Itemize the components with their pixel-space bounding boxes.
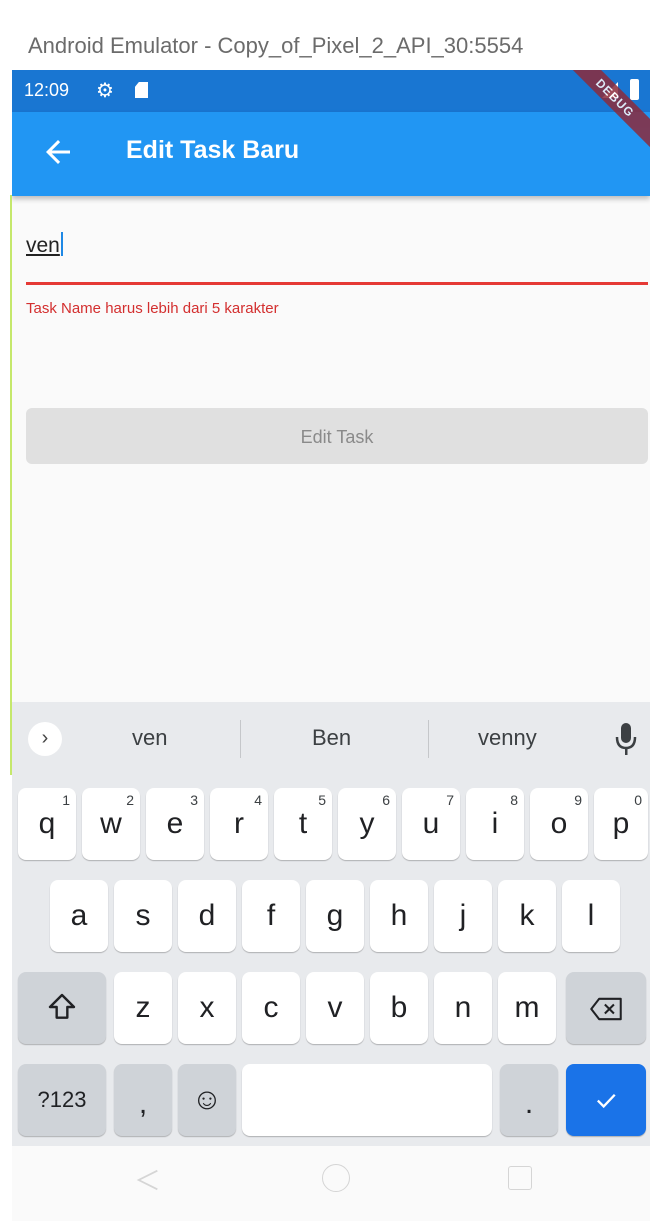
validation-error-message: Task Name harus lebih dari 5 karakter (26, 300, 279, 317)
key-s[interactable]: s (114, 880, 172, 952)
emulator-window-title: Android Emulator - Copy_of_Pixel_2_API_3… (0, 0, 654, 70)
task-name-value: ven (26, 234, 60, 257)
soft-keyboard: › ven Ben venny q1 w2 e3 r4 t5 y6 u7 i8 … (12, 702, 650, 1146)
key-v[interactable]: v (306, 972, 364, 1044)
key-y-hint: 6 (382, 792, 390, 808)
key-k[interactable]: k (498, 880, 556, 952)
key-h[interactable]: h (370, 880, 428, 952)
key-j[interactable]: j (434, 880, 492, 952)
key-t-label: t (298, 807, 308, 840)
key-x[interactable]: x (178, 972, 236, 1044)
home-nav-icon[interactable] (322, 1164, 350, 1192)
suggestion-3[interactable]: venny (478, 725, 537, 751)
checkmark-icon (597, 1093, 616, 1109)
key-e-hint: 3 (190, 792, 198, 808)
input-error-underline (26, 282, 648, 285)
key-w[interactable]: w2 (82, 788, 140, 860)
microphone-icon[interactable] (615, 722, 637, 756)
suggestion-1[interactable]: ven (132, 725, 167, 751)
app-bar: Edit Task Baru (12, 112, 650, 196)
key-m[interactable]: m (498, 972, 556, 1044)
comma-key[interactable]: , (114, 1064, 172, 1136)
key-a[interactable]: a (50, 880, 108, 952)
key-q-label: q (38, 807, 56, 840)
key-z[interactable]: z (114, 972, 172, 1044)
space-key[interactable] (242, 1064, 492, 1136)
battery-icon (630, 79, 639, 100)
key-r[interactable]: r4 (210, 788, 268, 860)
key-p-label: p (612, 807, 630, 840)
key-e-label: e (166, 807, 184, 840)
key-i-hint: 8 (510, 792, 518, 808)
emulator-window-edge (0, 70, 12, 1221)
back-nav-icon[interactable] (134, 1166, 162, 1194)
suggestion-strip: › ven Ben venny (12, 702, 650, 776)
key-o-label: o (550, 807, 568, 840)
page-title: Edit Task Baru (126, 136, 300, 164)
phone-screen: 12:09 ⚙ Edit Task Baru DEBUG ven Task Na… (12, 70, 650, 1221)
key-w-hint: 2 (126, 792, 134, 808)
suggestion-2[interactable]: Ben (312, 725, 351, 751)
suggestion-divider (240, 720, 241, 758)
edit-task-button[interactable]: Edit Task (26, 408, 648, 464)
backspace-icon (590, 997, 622, 1021)
sd-card-icon (135, 82, 148, 98)
key-b[interactable]: b (370, 972, 428, 1044)
key-r-hint: 4 (254, 792, 262, 808)
key-f[interactable]: f (242, 880, 300, 952)
arrow-left-icon[interactable] (40, 134, 76, 170)
key-w-label: w (100, 807, 122, 840)
key-q-hint: 1 (62, 792, 70, 808)
status-bar: 12:09 ⚙ (12, 70, 650, 112)
task-name-input[interactable]: ven (26, 232, 636, 272)
shift-icon (48, 993, 76, 1019)
navigation-bar (12, 1146, 650, 1221)
text-cursor (60, 232, 63, 256)
gear-icon: ⚙ (96, 80, 114, 102)
key-t[interactable]: t5 (274, 788, 332, 860)
key-p-hint: 0 (634, 792, 642, 808)
key-u-hint: 7 (446, 792, 454, 808)
chevron-right-icon[interactable]: › (28, 722, 62, 756)
key-c[interactable]: c (242, 972, 300, 1044)
key-i-label: i (491, 807, 499, 840)
key-q[interactable]: q1 (18, 788, 76, 860)
key-u-label: u (422, 807, 440, 840)
key-g[interactable]: g (306, 880, 364, 952)
backspace-key[interactable] (566, 972, 646, 1044)
key-e[interactable]: e3 (146, 788, 204, 860)
emoji-key[interactable]: ☺ (178, 1064, 236, 1136)
done-key[interactable] (566, 1064, 646, 1136)
key-t-hint: 5 (318, 792, 326, 808)
symbols-key[interactable]: ?123 (18, 1064, 106, 1136)
status-time: 12:09 (24, 80, 70, 100)
key-r-label: r (234, 807, 244, 840)
suggestion-divider (428, 720, 429, 758)
key-y-label: y (359, 807, 375, 840)
key-n[interactable]: n (434, 972, 492, 1044)
key-d[interactable]: d (178, 880, 236, 952)
recents-nav-icon[interactable] (508, 1166, 532, 1190)
period-key[interactable]: . (500, 1064, 558, 1136)
key-i[interactable]: i8 (466, 788, 524, 860)
key-o[interactable]: o9 (530, 788, 588, 860)
shift-key[interactable] (18, 972, 106, 1044)
key-u[interactable]: u7 (402, 788, 460, 860)
key-o-hint: 9 (574, 792, 582, 808)
key-y[interactable]: y6 (338, 788, 396, 860)
key-l[interactable]: l (562, 880, 620, 952)
key-p[interactable]: p0 (594, 788, 648, 860)
emoji-icon: ☺ (191, 1083, 223, 1116)
